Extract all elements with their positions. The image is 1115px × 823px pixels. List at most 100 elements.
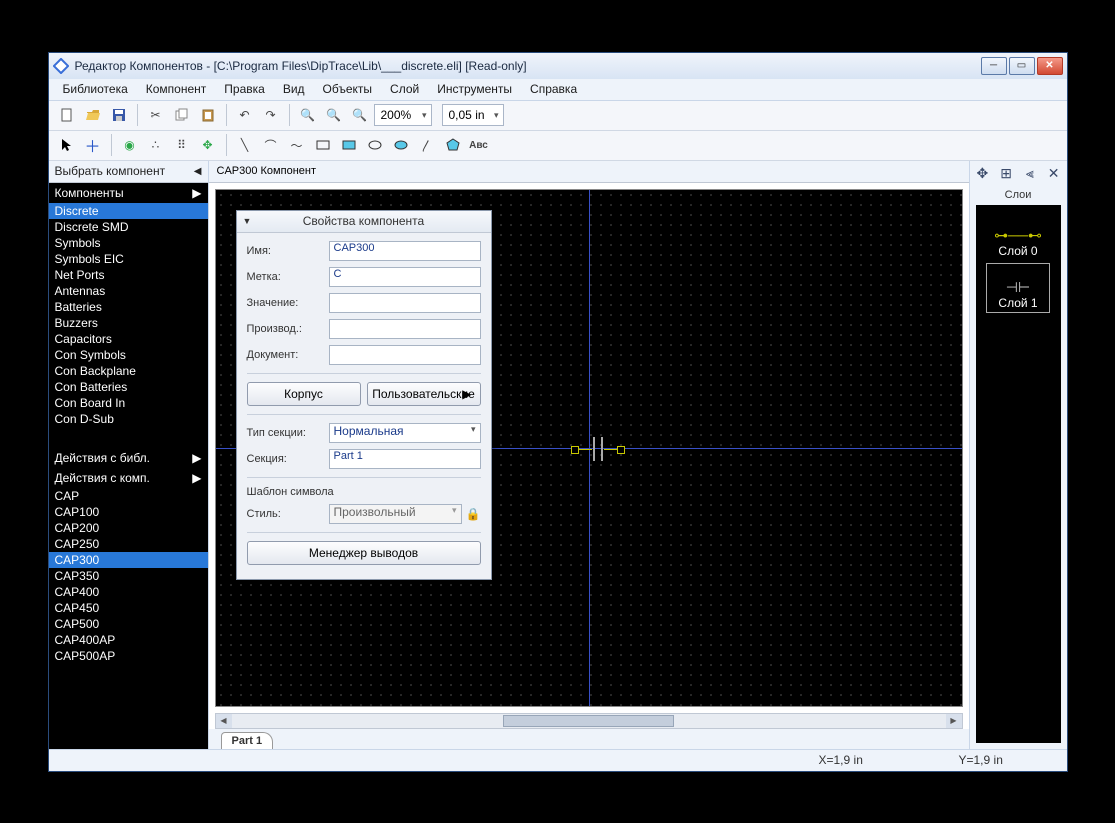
component-item[interactable]: CAP250 xyxy=(49,536,208,552)
pan-icon[interactable]: ✥ xyxy=(972,164,992,184)
menu-help[interactable]: Справка xyxy=(522,80,585,98)
library-item[interactable]: Discrete SMD xyxy=(49,219,208,235)
library-item[interactable]: Con Symbols xyxy=(49,347,208,363)
component-item[interactable]: CAP xyxy=(49,488,208,504)
components-header[interactable]: Компоненты▶ xyxy=(49,183,208,203)
library-item[interactable]: Capacitors xyxy=(49,331,208,347)
component-item[interactable]: CAP400 xyxy=(49,584,208,600)
zoom-select[interactable]: 200% xyxy=(374,104,432,126)
rect-fill-icon[interactable] xyxy=(337,133,361,157)
actions-library-header[interactable]: Действия с библ.▶ xyxy=(49,448,208,468)
polygon-icon[interactable] xyxy=(441,133,465,157)
name-input[interactable]: CAP300 xyxy=(329,241,481,261)
grid-dots-icon[interactable]: ⠿ xyxy=(170,133,194,157)
arc-icon[interactable]: ⌒ xyxy=(259,133,283,157)
select-component-header[interactable]: Выбрать компонент◀ xyxy=(49,161,208,183)
pointer-icon[interactable] xyxy=(55,133,79,157)
minimize-button[interactable]: ─ xyxy=(981,57,1007,75)
library-item[interactable]: Symbols EIC xyxy=(49,251,208,267)
properties-panel: ▼ Свойства компонента Имя:CAP300 Метка:C… xyxy=(236,210,492,580)
close-button[interactable]: ✕ xyxy=(1037,57,1063,75)
canvas[interactable]: ▼ Свойства компонента Имя:CAP300 Метка:C… xyxy=(215,189,963,707)
library-item[interactable]: Net Ports xyxy=(49,267,208,283)
component-item[interactable]: CAP200 xyxy=(49,520,208,536)
library-item[interactable]: Buzzers xyxy=(49,315,208,331)
origin-icon[interactable]: ◉ xyxy=(118,133,142,157)
ellipse-fill-icon[interactable] xyxy=(389,133,413,157)
move-icon[interactable]: ✥ xyxy=(196,133,220,157)
zoom-window-icon[interactable]: 🔍 xyxy=(348,103,372,127)
component-item[interactable]: CAP350 xyxy=(49,568,208,584)
open-icon[interactable] xyxy=(81,103,105,127)
dots3-icon[interactable]: ∴ xyxy=(144,133,168,157)
library-item[interactable]: Con Backplane xyxy=(49,363,208,379)
library-item[interactable]: Batteries xyxy=(49,299,208,315)
curve-icon[interactable]: 〜 xyxy=(285,133,309,157)
close-layer-icon[interactable]: ✕ xyxy=(1044,164,1064,184)
layers-title: Слои xyxy=(970,187,1067,203)
maximize-button[interactable]: ▭ xyxy=(1009,57,1035,75)
component-item[interactable]: CAP400AP xyxy=(49,632,208,648)
menubar: Библиотека Компонент Правка Вид Объекты … xyxy=(49,79,1067,101)
component-title: CAP300 Компонент xyxy=(209,161,969,183)
package-button[interactable]: Корпус xyxy=(247,382,361,406)
pin-manager-button[interactable]: Менеджер выводов xyxy=(247,541,481,565)
layers-list[interactable]: ⊶──⊷ Слой 0 ⊣⊢ Слой 1 xyxy=(976,205,1061,743)
mfg-input[interactable] xyxy=(329,319,481,339)
menu-view[interactable]: Вид xyxy=(275,80,313,98)
component-item[interactable]: CAP300 xyxy=(49,552,208,568)
value-input[interactable] xyxy=(329,293,481,313)
copy-icon[interactable] xyxy=(170,103,194,127)
measure-icon[interactable]: ⊞ xyxy=(996,164,1016,184)
tab-part1[interactable]: Part 1 xyxy=(221,732,274,749)
undo-icon[interactable]: ↶ xyxy=(233,103,257,127)
horizontal-scrollbar[interactable]: ◀▶ xyxy=(215,713,963,729)
right-panel: ✥ ⊞ ⫷ ✕ Слои ⊶──⊷ Слой 0 ⊣⊢ Слой 1 xyxy=(969,161,1067,749)
library-item[interactable]: Discrete xyxy=(49,203,208,219)
doc-input[interactable] xyxy=(329,345,481,365)
library-item[interactable]: Con D-Sub xyxy=(49,411,208,427)
menu-library[interactable]: Библиотека xyxy=(55,80,136,98)
menu-component[interactable]: Компонент xyxy=(138,80,215,98)
ellipse-icon[interactable] xyxy=(363,133,387,157)
component-item[interactable]: CAP450 xyxy=(49,600,208,616)
menu-edit[interactable]: Правка xyxy=(216,80,273,98)
component-item[interactable]: CAP500AP xyxy=(49,648,208,664)
menu-layer[interactable]: Слой xyxy=(382,80,427,98)
user-fields-button[interactable]: Пользовательские▶ xyxy=(367,382,481,406)
line-icon[interactable]: ╲ xyxy=(233,133,257,157)
properties-title[interactable]: ▼ Свойства компонента xyxy=(237,211,491,233)
save-icon[interactable] xyxy=(107,103,131,127)
grid-select[interactable]: 0,05 in xyxy=(442,104,504,126)
layer-1-thumb[interactable]: ⊣⊢ Слой 1 xyxy=(986,263,1050,313)
menu-objects[interactable]: Объекты xyxy=(315,80,381,98)
zoom-in-icon[interactable]: 🔍 xyxy=(296,103,320,127)
section-type-select[interactable]: Нормальная▾ xyxy=(329,423,481,443)
cut-icon[interactable]: ✂ xyxy=(144,103,168,127)
component-item[interactable]: CAP500 xyxy=(49,616,208,632)
redo-icon[interactable]: ↷ xyxy=(259,103,283,127)
new-icon[interactable] xyxy=(55,103,79,127)
text-icon[interactable]: Авс xyxy=(467,133,491,157)
library-item[interactable]: Con Batteries xyxy=(49,379,208,395)
component-list[interactable]: CAPCAP100CAP200CAP250CAP300CAP350CAP400C… xyxy=(49,488,208,749)
actions-component-header[interactable]: Действия с комп.▶ xyxy=(49,468,208,488)
section-input[interactable]: Part 1 xyxy=(329,449,481,469)
titlebar: Редактор Компонентов - [C:\Program Files… xyxy=(49,53,1067,79)
rect-icon[interactable] xyxy=(311,133,335,157)
library-item[interactable]: Symbols xyxy=(49,235,208,251)
polyline-icon[interactable]: 〳 xyxy=(415,133,439,157)
snap-icon[interactable]: ⫷ xyxy=(1020,164,1040,184)
menu-tools[interactable]: Инструменты xyxy=(429,80,520,98)
layer-0-thumb[interactable]: ⊶──⊷ Слой 0 xyxy=(986,211,1050,261)
app-window: Редактор Компонентов - [C:\Program Files… xyxy=(48,52,1068,772)
paste-icon[interactable] xyxy=(196,103,220,127)
mark-input[interactable]: C xyxy=(329,267,481,287)
statusbar: X=1,9 in Y=1,9 in xyxy=(49,749,1067,771)
library-item[interactable]: Con Board In xyxy=(49,395,208,411)
library-item[interactable]: Antennas xyxy=(49,283,208,299)
library-list[interactable]: DiscreteDiscrete SMDSymbolsSymbols EICNe… xyxy=(49,203,208,448)
zoom-out-icon[interactable]: 🔍 xyxy=(322,103,346,127)
crosshair-icon[interactable]: ＋ xyxy=(81,133,105,157)
component-item[interactable]: CAP100 xyxy=(49,504,208,520)
